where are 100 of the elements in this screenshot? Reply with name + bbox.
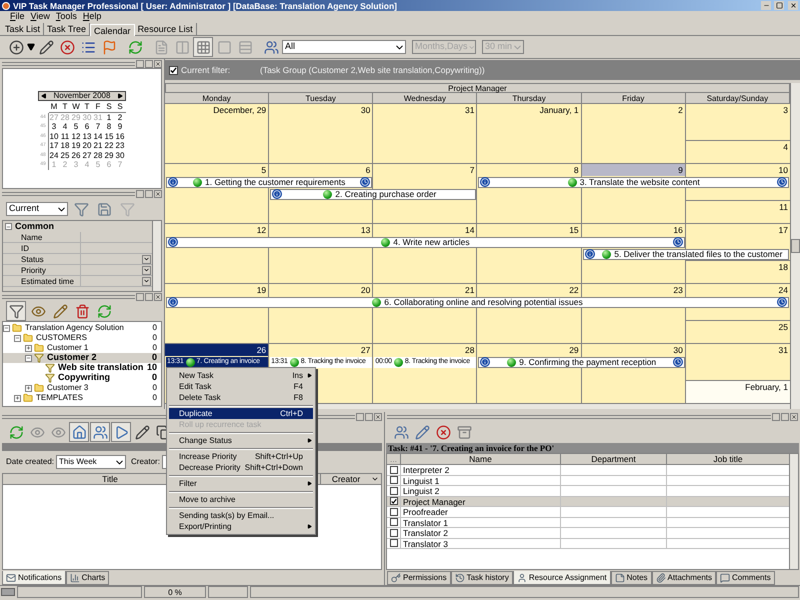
calendar-day[interactable]: 9 [114, 122, 126, 132]
save-icon[interactable] [96, 202, 112, 216]
tree-item[interactable]: Customer 1 0 [3, 343, 161, 353]
calendar-day[interactable]: 24 [48, 150, 60, 160]
tab[interactable]: Comments [716, 571, 775, 585]
tree-item[interactable]: CUSTOMERS 0 [3, 333, 161, 343]
tab[interactable]: Notifications [2, 571, 66, 585]
play-icon[interactable] [114, 424, 128, 440]
menu-item[interactable]: Filter [169, 478, 313, 489]
collapse-icon[interactable] [25, 354, 32, 362]
column-header[interactable]: Job title [667, 454, 789, 464]
table-row[interactable]: Project Manager [387, 496, 789, 507]
flag-icon[interactable] [102, 40, 116, 54]
previous-month-icon[interactable] [41, 93, 47, 99]
people-icon[interactable] [92, 424, 108, 440]
dropdown-button[interactable] [142, 254, 151, 264]
pencil-icon[interactable] [38, 40, 54, 54]
collapse-icon[interactable] [5, 223, 12, 230]
close-button[interactable] [154, 292, 162, 300]
calendar-day[interactable]: 26 [70, 150, 82, 160]
pencil-icon[interactable] [52, 304, 68, 318]
calendar-day[interactable]: 25 [60, 150, 70, 160]
dropdown-button[interactable] [142, 266, 151, 274]
table-row[interactable]: Linguist 1 [387, 476, 789, 486]
dropdown-button[interactable] [142, 276, 151, 286]
menu-item[interactable]: Decrease Priority Shift+Ctrl+Down [169, 462, 313, 473]
menu-item[interactable]: Tools [56, 10, 77, 24]
tree-item[interactable]: Copywriting 0 [3, 373, 161, 383]
dock-button[interactable] [772, 412, 780, 420]
calendar-day[interactable]: 5 [70, 122, 82, 132]
calendar-day[interactable]: 12 [70, 132, 82, 141]
expand-icon[interactable] [25, 384, 32, 392]
refresh-icon[interactable] [96, 304, 112, 318]
calendar-day[interactable]: 15 [104, 132, 114, 141]
menu-item[interactable]: View [30, 10, 50, 24]
next-month-icon[interactable] [116, 93, 123, 99]
menu-item[interactable]: Change Status [169, 435, 313, 446]
refresh-icon[interactable] [128, 40, 142, 54]
close-button[interactable] [154, 60, 162, 68]
menu-item[interactable]: New Task Ins [169, 370, 313, 381]
people-icon[interactable] [264, 40, 278, 54]
tree-item[interactable]: Web site translation 10 [3, 363, 161, 373]
menu-item[interactable]: Sending task(s) by Email... [169, 510, 313, 521]
menu-item[interactable]: File [10, 10, 25, 24]
calendar-day[interactable]: 14 [92, 132, 104, 141]
menu-item[interactable]: Move to archive [169, 494, 313, 505]
checkbox[interactable] [390, 497, 398, 506]
calendar-day[interactable]: 27 [82, 150, 92, 160]
property-row[interactable]: Status [3, 254, 152, 265]
calendar-day[interactable]: 17 [48, 141, 60, 150]
collapse-icon[interactable] [3, 324, 10, 332]
collapse-icon[interactable] [14, 334, 21, 342]
event-bar[interactable]: 1. Getting the customer requirements [166, 176, 372, 188]
date-select[interactable]: This Week [56, 455, 126, 469]
calendar-day[interactable]: 29 [104, 150, 114, 160]
dock-button[interactable] [136, 292, 144, 300]
calendar-day[interactable]: 20 [82, 141, 92, 150]
tree-item[interactable]: Customer 2 0 [3, 353, 161, 363]
checkbox[interactable] [390, 466, 398, 474]
list-icon[interactable] [80, 40, 96, 54]
event-bar[interactable]: 3. Translate the website content [478, 176, 789, 188]
table-row[interactable]: Translator 2 [387, 528, 789, 538]
column-header[interactable]: Name [401, 454, 561, 464]
close-button[interactable] [374, 412, 382, 420]
table-row[interactable]: Interpreter 2 [387, 465, 789, 476]
checkbox[interactable] [390, 508, 398, 516]
checkbox[interactable] [390, 539, 398, 548]
tab[interactable]: Resource List [134, 23, 197, 35]
calendar-day[interactable]: 1 [104, 112, 114, 122]
property-row[interactable]: Name [3, 232, 152, 243]
table-row[interactable]: Linguist 2 [387, 486, 789, 496]
tab[interactable]: Task List [2, 23, 44, 35]
property-row[interactable]: ID [3, 243, 152, 254]
menu-item[interactable]: Edit Task F4 [169, 381, 313, 392]
house-icon[interactable] [72, 424, 86, 440]
dock-button[interactable] [356, 412, 364, 420]
menu-item[interactable]: Export/Printing [169, 521, 313, 532]
calendar-day[interactable]: 4 [60, 122, 70, 132]
event-bar[interactable]: 5. Deliver the translated files to the customer [582, 248, 789, 260]
tab[interactable]: Attachments [652, 571, 716, 585]
tree-item[interactable]: Translation Agency Solution 0 [3, 323, 161, 333]
eye-icon[interactable] [30, 304, 46, 318]
calendar-day[interactable]: 11 [60, 132, 70, 141]
checkbox[interactable] [390, 518, 398, 526]
calendar-day[interactable]: 21 [92, 141, 104, 150]
column-header[interactable]: Creator [321, 474, 371, 484]
calendar-day[interactable]: 13 [82, 132, 92, 141]
expand-icon[interactable] [14, 394, 21, 402]
calendar-day[interactable]: 7 [92, 122, 104, 132]
property-row[interactable]: Estimated time [3, 276, 152, 287]
filter-checkbox[interactable] [169, 66, 178, 74]
filter-select[interactable]: Current [6, 202, 68, 216]
pencil-icon[interactable] [134, 424, 150, 440]
table-row[interactable]: Proofreader [387, 507, 789, 518]
menu-item[interactable]: Delete Task F8 [169, 392, 313, 403]
calendar-day[interactable]: 10 [48, 132, 60, 141]
minimize-button[interactable] [761, 1, 771, 10]
tree-item[interactable]: TEMPLATES 0 [3, 393, 161, 403]
column-header[interactable]: Department [561, 454, 667, 464]
property-row[interactable]: Priority [3, 265, 152, 276]
